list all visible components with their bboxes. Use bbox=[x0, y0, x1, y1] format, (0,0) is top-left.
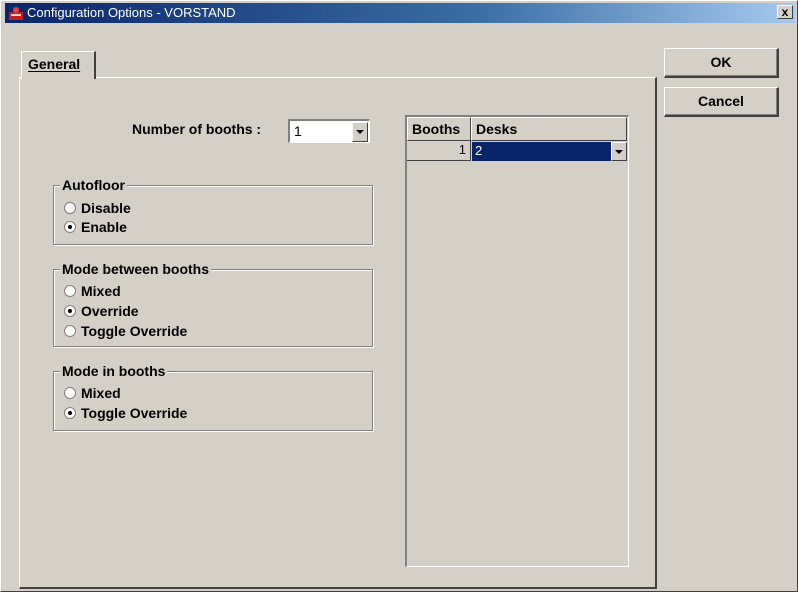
radio-label: Disable bbox=[81, 200, 131, 216]
mode-between-option-mixed[interactable]: Mixed bbox=[64, 282, 121, 300]
booths-count-value: 1 bbox=[294, 123, 302, 139]
radio-label: Toggle Override bbox=[81, 405, 188, 421]
mode-between-booths-group: Mode between booths Mixed Override Toggl… bbox=[53, 261, 373, 347]
mode-in-booths-title: Mode in booths bbox=[60, 363, 168, 379]
radio-button[interactable] bbox=[64, 221, 76, 233]
radio-button[interactable] bbox=[64, 285, 76, 297]
grid-cell-desks[interactable]: 2 bbox=[472, 142, 627, 161]
chevron-down-icon[interactable] bbox=[611, 142, 627, 161]
chevron-down-icon[interactable] bbox=[352, 122, 368, 142]
radio-label: Toggle Override bbox=[81, 323, 188, 339]
mode-in-option-toggle-override[interactable]: Toggle Override bbox=[64, 404, 187, 422]
autofloor-group: Autofloor Disable Enable bbox=[53, 177, 373, 245]
radio-button[interactable] bbox=[64, 305, 76, 317]
tab-general[interactable]: General bbox=[21, 51, 96, 79]
grid-column-header-booths[interactable]: Booths bbox=[407, 117, 471, 141]
autofloor-option-enable[interactable]: Enable bbox=[64, 218, 127, 236]
radio-button[interactable] bbox=[64, 202, 76, 214]
grid-cell-desks-value: 2 bbox=[475, 143, 483, 158]
cancel-button[interactable]: Cancel bbox=[664, 87, 779, 117]
window-title: Configuration Options - VORSTAND bbox=[27, 5, 236, 20]
tab-general-label: General bbox=[28, 56, 81, 72]
booths-count-select[interactable]: 1 bbox=[288, 119, 370, 143]
radio-label: Mixed bbox=[81, 385, 121, 401]
ok-button[interactable]: OK bbox=[664, 48, 779, 78]
radio-button[interactable] bbox=[64, 325, 76, 337]
mode-between-booths-title: Mode between booths bbox=[60, 261, 211, 277]
radio-label: Override bbox=[81, 303, 139, 319]
radio-label: Enable bbox=[81, 219, 127, 235]
mode-between-option-override[interactable]: Override bbox=[64, 302, 139, 320]
radio-label: Mixed bbox=[81, 283, 121, 299]
close-button[interactable]: x bbox=[777, 5, 793, 19]
table-row[interactable]: 1 2 bbox=[407, 141, 627, 161]
mode-between-option-toggle-override[interactable]: Toggle Override bbox=[64, 322, 187, 340]
autofloor-option-disable[interactable]: Disable bbox=[64, 199, 131, 217]
config-dialog: Configuration Options - VORSTAND x OK Ca… bbox=[0, 0, 798, 592]
radio-button[interactable] bbox=[64, 387, 76, 399]
radio-button[interactable] bbox=[64, 407, 76, 419]
booths-desks-grid[interactable]: Booths Desks 1 2 bbox=[405, 115, 629, 567]
autofloor-title: Autofloor bbox=[60, 177, 127, 193]
grid-cell-booth: 1 bbox=[407, 141, 471, 161]
mode-in-booths-group: Mode in booths Mixed Toggle Override bbox=[53, 363, 373, 431]
title-bar[interactable]: Configuration Options - VORSTAND x bbox=[5, 3, 795, 23]
conference-icon bbox=[8, 5, 24, 21]
mode-in-option-mixed[interactable]: Mixed bbox=[64, 384, 121, 402]
grid-column-header-desks[interactable]: Desks bbox=[471, 117, 627, 141]
booths-count-label: Number of booths : bbox=[132, 121, 262, 137]
